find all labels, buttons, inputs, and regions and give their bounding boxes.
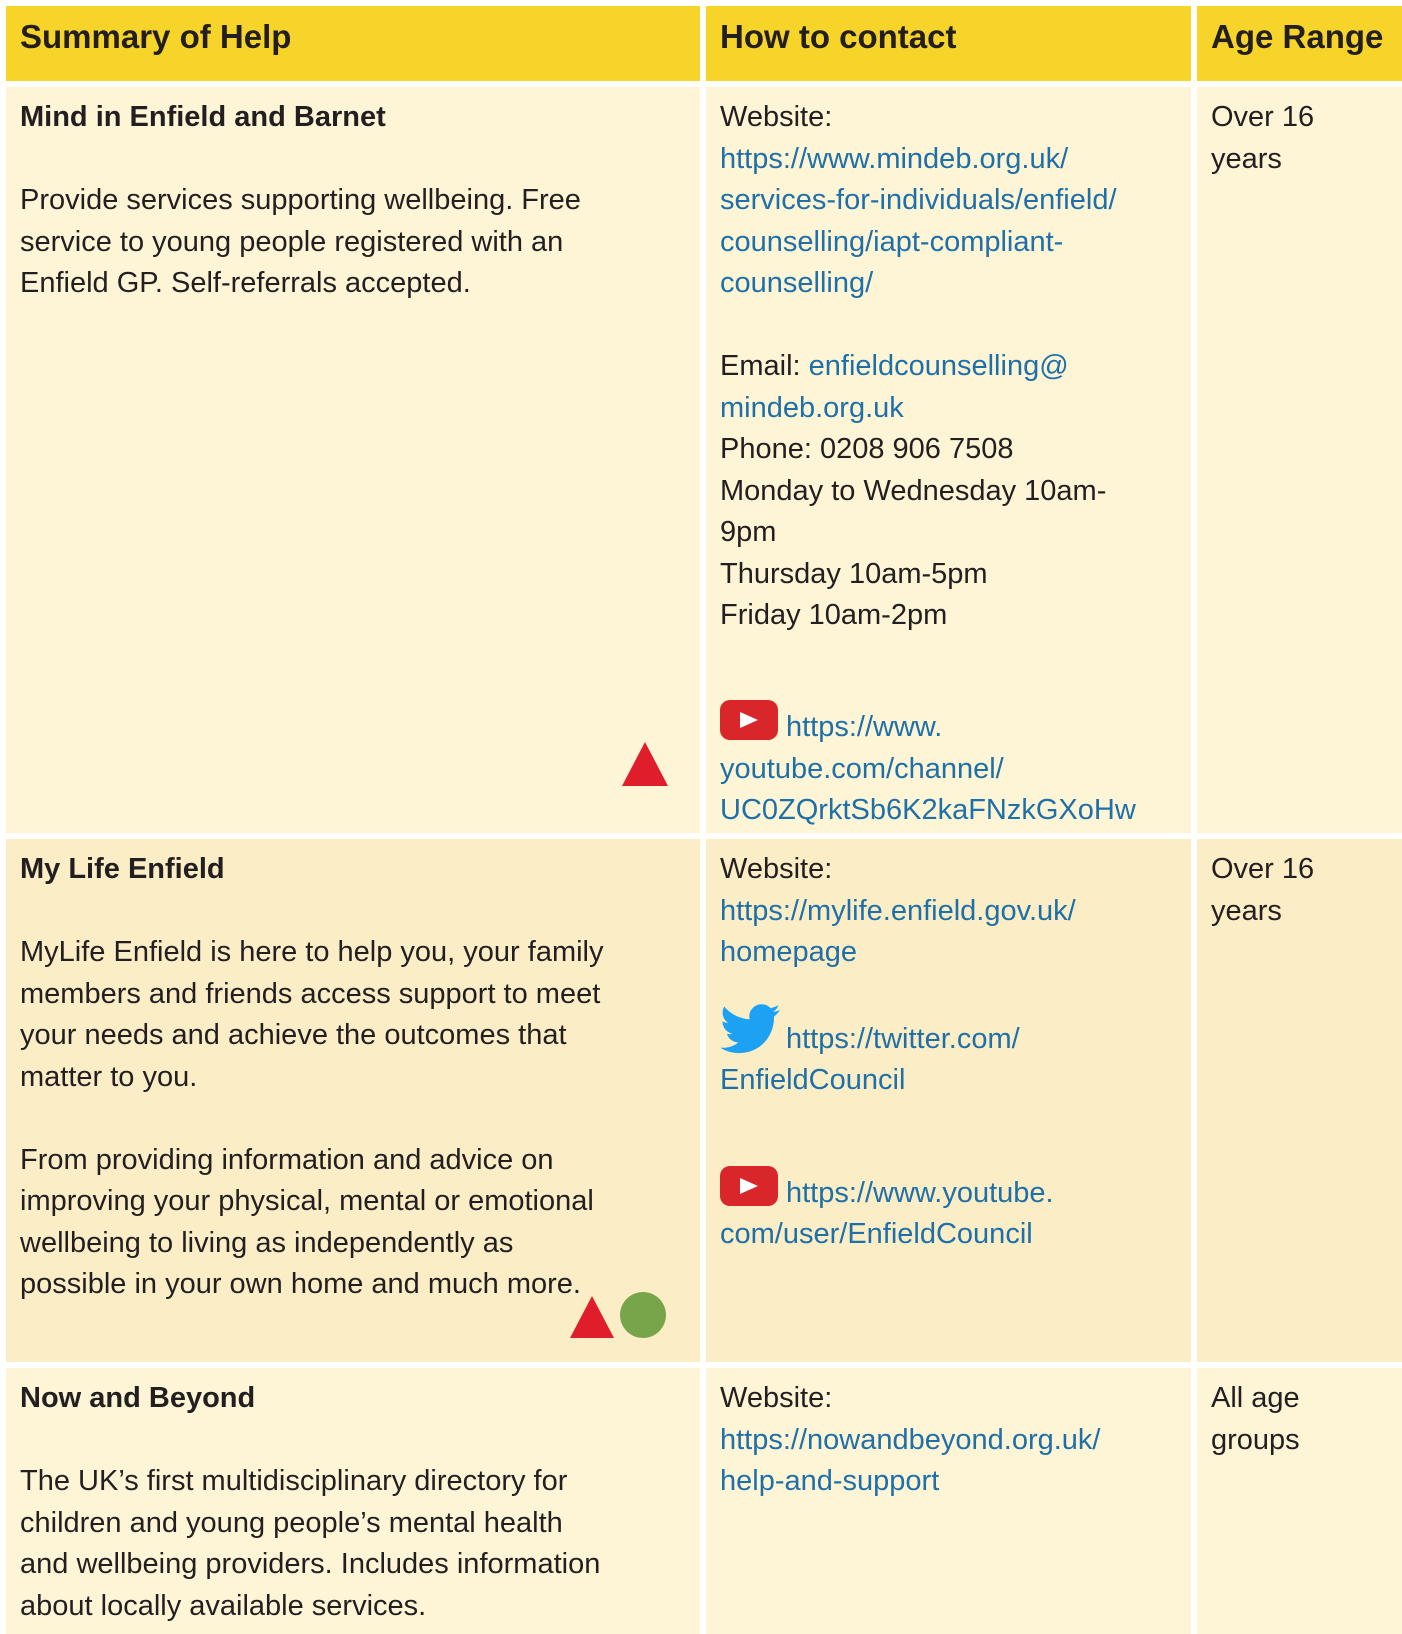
row-mind-age: Over 16 years <box>1197 87 1402 833</box>
description-line: Provide services supporting wellbeing. F… <box>20 184 581 216</box>
website-label: Website: <box>720 101 833 133</box>
row-title: Mind in Enfield and Barnet <box>20 101 386 133</box>
age-line: All age <box>1211 1382 1300 1414</box>
hours-line: Monday to Wednesday 10am- <box>720 474 1107 507</box>
youtube-icon <box>720 1165 778 1206</box>
twitter-icon <box>720 1003 780 1053</box>
youtube-link[interactable]: https://www.youtube. com/user/EnfieldCou… <box>720 1165 1177 1256</box>
description-line: service to young people registered with … <box>20 225 564 258</box>
header-contact: How to contact <box>706 6 1191 81</box>
description-line: Enfield GP. Self-referrals accepted. <box>20 267 471 299</box>
row-title: My Life Enfield <box>20 853 225 885</box>
website-link[interactable]: https://www.mindeb.org.uk/ services-for-… <box>720 139 1177 305</box>
row-description: MyLife Enfield is here to help you, your… <box>20 936 604 1093</box>
row-description: Provide services supporting wellbeing. F… <box>20 180 686 305</box>
twitter-link[interactable]: https://twitter.com/ EnfieldCouncil <box>720 1003 1177 1102</box>
website-label: Website: <box>720 1382 833 1414</box>
hours-line: 9pm <box>720 516 777 548</box>
hours-line: Friday 10am-2pm <box>720 599 948 631</box>
row-mind-summary: Mind in Enfield and Barnet Provide servi… <box>6 87 700 833</box>
phone: Phone: 0208 906 7508 <box>720 433 1014 465</box>
row-mylife-contact: Website: https://mylife.enfield.gov.uk/ … <box>706 839 1191 1362</box>
header-summary: Summary of Help <box>6 6 700 81</box>
website-link[interactable]: https://mylife.enfield.gov.uk/ homepage <box>720 891 1177 974</box>
row-mylife-age: Over 16 years <box>1197 839 1402 1362</box>
row-title: Now and Beyond <box>20 1382 256 1414</box>
header-age: Age Range <box>1197 6 1402 81</box>
red-triangle-icon <box>570 1296 614 1338</box>
website-link[interactable]: https://nowandbeyond.org.uk/ help-and-su… <box>720 1420 1177 1503</box>
row-description: The UK’s first multidisciplinary directo… <box>20 1465 601 1622</box>
row-mind-contact: Website: https://www.mindeb.org.uk/ serv… <box>706 87 1191 833</box>
website-label: Website: <box>720 853 833 885</box>
row-mylife-summary: My Life Enfield MyLife Enfield is here t… <box>6 839 700 1362</box>
green-circle-icon <box>620 1292 666 1338</box>
help-table: Summary of Help How to contact Age Range… <box>0 0 1402 1634</box>
youtube-icon <box>720 700 778 740</box>
row-nowbeyond-contact: Website: https://nowandbeyond.org.uk/ he… <box>706 1368 1191 1634</box>
email-link-cont[interactable]: mindeb.org.uk <box>720 388 1177 430</box>
row-description-2: From providing information and advice on… <box>20 1143 594 1301</box>
age-line: Over 16 <box>1211 853 1315 885</box>
youtube-link[interactable]: https://www. youtube.com/channel/ UC0ZQr… <box>720 700 1177 832</box>
age-line: groups <box>1211 1423 1300 1456</box>
hours-line: Thursday 10am-5pm <box>720 557 988 590</box>
age-line: Over 16 <box>1211 101 1315 133</box>
email-line: Email: enfieldcounselling@ <box>720 346 1177 388</box>
email-link[interactable]: enfieldcounselling@ <box>809 350 1069 382</box>
age-line: years <box>1211 142 1282 175</box>
row-nowbeyond-summary: Now and Beyond The UK’s first multidisci… <box>6 1368 700 1634</box>
age-line: years <box>1211 894 1282 927</box>
email-label: Email: <box>720 350 809 382</box>
row-nowbeyond-age: All age groups <box>1197 1368 1402 1634</box>
red-triangle-icon <box>622 742 668 786</box>
